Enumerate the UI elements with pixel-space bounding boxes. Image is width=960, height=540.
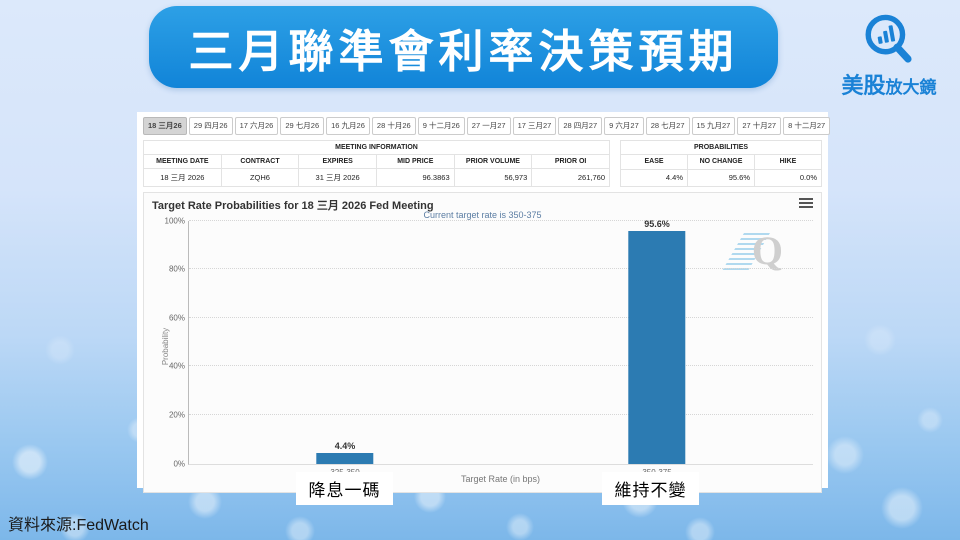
fedwatch-panel: 18 三月2629 四月2617 六月2629 七月2616 九月2628 十月…	[137, 112, 828, 488]
bar-350-375[interactable]: 95.6%	[628, 231, 685, 463]
brand-name-secondary: 放大鏡	[886, 78, 937, 97]
meeting-tab[interactable]: 18 三月26	[143, 117, 187, 135]
info-tables-row: MEETING INFORMATION MEETING DATE CONTRAC…	[143, 140, 822, 187]
col-ease: EASE	[621, 155, 688, 170]
gridline	[189, 220, 813, 221]
meeting-tab[interactable]: 27 十月27	[737, 117, 781, 135]
meeting-tab[interactable]: 29 七月26	[280, 117, 324, 135]
col-contract: CONTRACT	[221, 154, 299, 168]
meeting-tabs: 18 三月2629 四月2617 六月2629 七月2616 九月2628 十月…	[143, 117, 822, 135]
gridline	[189, 365, 813, 366]
meeting-information-table: MEETING INFORMATION MEETING DATE CONTRAC…	[143, 140, 610, 187]
col-hike: HIKE	[755, 155, 822, 170]
meeting-tab[interactable]: 9 十二月26	[418, 117, 465, 135]
magnifier-chart-icon	[860, 12, 918, 68]
meeting-information-values: 18 三月 2026 ZQH6 31 三月 2026 96.3863 56,97…	[144, 168, 610, 186]
col-prior-volume: PRIOR VOLUME	[454, 154, 532, 168]
meeting-tab[interactable]: 28 十月26	[372, 117, 416, 135]
annotation-rate-cut: 降息一碼	[296, 472, 393, 505]
brand-logo: 美股放大鏡	[828, 12, 950, 97]
x-axis-label: Target Rate (in bps)	[188, 474, 813, 484]
gridline	[189, 317, 813, 318]
data-source: 資料來源:FedWatch	[8, 511, 149, 535]
meeting-tab[interactable]: 28 七月27	[646, 117, 690, 135]
chart-subtitle: Current target rate is 350-375	[144, 210, 821, 220]
expires-value: 31 三月 2026	[299, 168, 377, 186]
probabilities-title: PROBABILITIES	[621, 140, 822, 155]
col-prior-oi: PRIOR OI	[532, 154, 610, 168]
watermark-q-glyph: Q	[752, 227, 783, 274]
meeting-tab[interactable]: 29 四月26	[189, 117, 233, 135]
y-axis-label: Probability	[161, 328, 170, 365]
probabilities-headers: EASE NO CHANGE HIKE	[621, 155, 822, 170]
probabilities-values: 4.4% 95.6% 0.0%	[621, 169, 822, 186]
annotation-no-change: 維持不變	[602, 472, 699, 505]
y-tick-label: 100%	[156, 216, 185, 225]
gridline	[189, 268, 813, 269]
probability-chart: Target Rate Probabilities for 18 三月 2026…	[143, 192, 822, 493]
meeting-date-value: 18 三月 2026	[144, 168, 222, 186]
chart-menu-icon[interactable]	[799, 198, 813, 210]
ease-value: 4.4%	[621, 169, 688, 186]
probabilities-table: PROBABILITIES EASE NO CHANGE HIKE 4.4% 9…	[620, 140, 822, 187]
gridline	[189, 414, 813, 415]
col-mid-price: MID PRICE	[376, 154, 454, 168]
col-meeting-date: MEETING DATE	[144, 154, 222, 168]
meeting-tab[interactable]: 17 六月26	[235, 117, 279, 135]
prior-oi-value: 261,760	[532, 168, 610, 186]
y-tick-label: 20%	[156, 410, 185, 419]
col-expires: EXPIRES	[299, 154, 377, 168]
meeting-information-title: MEETING INFORMATION	[144, 140, 610, 154]
y-tick-label: 0%	[156, 459, 185, 468]
plot-area: Probability Q 0%20%40%60%80%100%4.4%325-…	[188, 221, 813, 465]
brand-name-primary: 美股	[841, 73, 885, 98]
y-tick-label: 80%	[156, 265, 185, 274]
contract-value: ZQH6	[221, 168, 299, 186]
prior-volume-value: 56,973	[454, 168, 532, 186]
hike-value: 0.0%	[755, 169, 822, 186]
bar-325-350[interactable]: 4.4%	[316, 453, 373, 464]
y-tick-label: 60%	[156, 313, 185, 322]
page-title: 三月聯準會利率決策預期	[188, 15, 738, 80]
title-banner: 三月聯準會利率決策預期	[149, 6, 778, 88]
bar-value-label: 4.4%	[335, 441, 356, 451]
y-tick-label: 40%	[156, 362, 185, 371]
meeting-information-headers: MEETING DATE CONTRACT EXPIRES MID PRICE …	[144, 154, 610, 168]
meeting-tab[interactable]: 27 一月27	[467, 117, 511, 135]
bar-value-label: 95.6%	[644, 219, 670, 229]
meeting-tab[interactable]: 9 六月27	[604, 117, 644, 135]
col-no-change: NO CHANGE	[688, 155, 755, 170]
mid-price-value: 96.3863	[376, 168, 454, 186]
meeting-tab[interactable]: 15 九月27	[692, 117, 736, 135]
meeting-tab[interactable]: 17 三月27	[513, 117, 557, 135]
brand-name: 美股放大鏡	[828, 75, 950, 97]
slide: 三月聯準會利率決策預期 美股放大鏡 18 三月2629 四月2617 六月262…	[0, 0, 960, 540]
no-change-value: 95.6%	[688, 169, 755, 186]
meeting-tab[interactable]: 8 十二月27	[783, 117, 830, 135]
meeting-tab[interactable]: 28 四月27	[558, 117, 602, 135]
meeting-tab[interactable]: 16 九月26	[326, 117, 370, 135]
